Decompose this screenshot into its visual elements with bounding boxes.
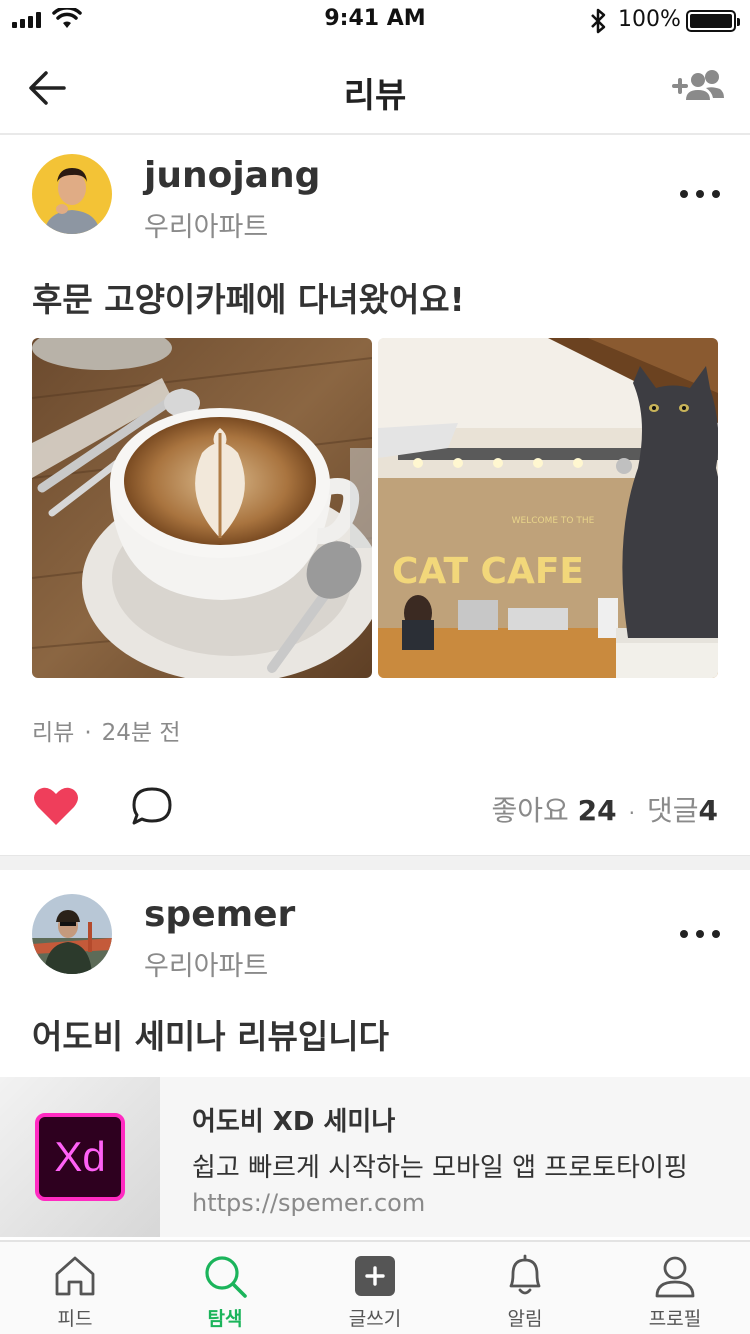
profile-icon xyxy=(655,1256,695,1298)
tab-write[interactable]: 글쓰기 xyxy=(300,1242,450,1334)
cat-cafe-photo[interactable]: WELCOME TO THE CAT CAFE xyxy=(378,338,718,678)
avatar[interactable] xyxy=(32,154,112,234)
community-name: 우리아파트 xyxy=(144,951,269,982)
post-title: 어도비 세미나 리뷰입니다 xyxy=(32,1017,389,1056)
username[interactable]: spemer xyxy=(144,894,295,935)
tab-feed[interactable]: 피드 xyxy=(0,1242,150,1334)
tab-profile[interactable]: 프로필 xyxy=(600,1242,750,1334)
link-thumbnail: Xd xyxy=(0,1077,160,1237)
tab-label: 글쓰기 xyxy=(348,1308,402,1330)
page-title: 리뷰 xyxy=(343,76,407,116)
search-icon xyxy=(205,1256,247,1298)
cat-cafe-sign: CAT CAFE xyxy=(392,551,584,592)
feed-post: spemer 우리아파트 어도비 세미나 리뷰입니다 Xd 어도비 XD 세미나… xyxy=(0,870,750,1240)
avatar[interactable] xyxy=(32,894,112,974)
latte-art-photo[interactable] xyxy=(32,338,372,678)
battery-icon xyxy=(686,10,740,32)
more-options-icon[interactable] xyxy=(680,187,720,201)
tab-label: 프로필 xyxy=(648,1308,702,1330)
adobe-xd-logo: Xd xyxy=(35,1113,125,1201)
navigation-bar: 리뷰 xyxy=(0,40,750,135)
post-meta: 리뷰 · 24분 전 xyxy=(32,720,181,746)
tab-search[interactable]: 탐색 xyxy=(150,1242,300,1334)
comments-count[interactable]: 4 xyxy=(699,794,718,827)
reaction-counts: 좋아요 24 · 댓글4 xyxy=(491,794,718,827)
bluetooth-icon xyxy=(591,8,606,34)
tab-label: 탐색 xyxy=(207,1308,243,1330)
link-description: 쉽고 빠르게 시작하는 모바일 앱 프로토타이핑 xyxy=(192,1153,688,1183)
post-divider xyxy=(0,855,750,870)
link-url[interactable]: https://spemer.com xyxy=(192,1189,425,1217)
community-name: 우리아파트 xyxy=(144,212,269,243)
home-icon xyxy=(55,1256,95,1296)
write-icon xyxy=(355,1256,395,1296)
cat-cafe-sign-subtext: WELCOME TO THE xyxy=(512,516,595,526)
comments-label: 댓글 xyxy=(646,794,699,827)
link-title: 어도비 XD 세미나 xyxy=(192,1107,396,1137)
feed-post: junojang 우리아파트 후문 고양이카페에 다녀왔어요! WELCOME … xyxy=(0,137,750,855)
status-bar: 9:41 AM 100% xyxy=(0,0,750,40)
likes-count[interactable]: 24 xyxy=(578,794,617,827)
username[interactable]: junojang xyxy=(144,155,320,196)
add-friend-icon[interactable] xyxy=(668,66,728,108)
heart-icon[interactable] xyxy=(32,785,80,827)
more-options-icon[interactable] xyxy=(680,927,720,941)
link-preview-card[interactable]: Xd 어도비 XD 세미나 쉽고 빠르게 시작하는 모바일 앱 프로토타이핑 h… xyxy=(0,1077,750,1237)
comment-icon[interactable] xyxy=(130,785,174,827)
post-title: 후문 고양이카페에 다녀왔어요! xyxy=(32,280,465,319)
tab-bar: 피드 탐색 글쓰기 알림 프로필 xyxy=(0,1240,750,1334)
likes-label: 좋아요 xyxy=(491,794,569,827)
tab-label: 알림 xyxy=(507,1308,543,1330)
post-category: 리뷰 xyxy=(32,720,75,746)
bell-icon xyxy=(509,1254,541,1295)
battery-percent: 100% xyxy=(618,7,681,32)
post-time: 24분 전 xyxy=(101,720,181,746)
tab-notifications[interactable]: 알림 xyxy=(450,1242,600,1334)
tab-label: 피드 xyxy=(57,1308,93,1330)
